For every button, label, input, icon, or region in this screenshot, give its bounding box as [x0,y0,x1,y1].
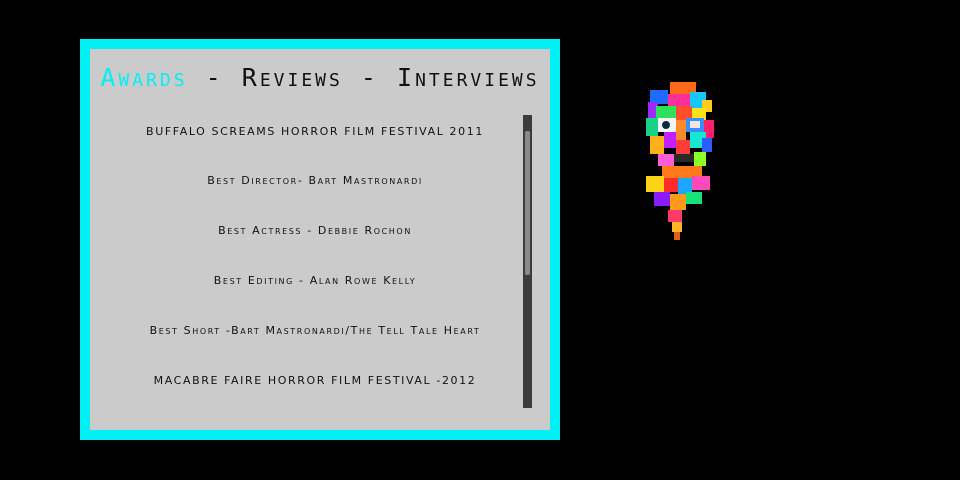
scrollbar-thumb[interactable] [525,131,530,275]
section-nav: Awards - Reviews - Interviews [90,63,550,93]
awards-list: BUFFALO SCREAMS HORROR FILM FESTIVAL 201… [100,117,530,417]
award-item: Best Actress - Debbie Rochon [218,224,412,237]
festival-heading: BUFFALO SCREAMS HORROR FILM FESTIVAL 201… [146,125,484,138]
nav-reviews-link[interactable]: Reviews [242,63,343,92]
award-item: Best Short -Bart Mastronardi/The Tell Ta… [149,324,481,337]
nav-separator: - [187,63,242,92]
awards-panel: Awards - Reviews - Interviews BUFFALO SC… [80,39,560,440]
nav-interviews-link[interactable]: Interviews [397,63,540,92]
nav-separator: - [342,63,398,92]
colorful-face-portrait-image [646,82,714,240]
award-item: Best Editing - Alan Rowe Kelly [213,274,417,287]
festival-heading: MACABRE FAIRE HORROR FILM FESTIVAL -2012 [153,374,477,387]
scrollbar[interactable] [523,115,532,408]
award-item: Best Director- Bart Mastronardi [207,174,423,187]
nav-awards-link[interactable]: Awards [100,63,187,92]
